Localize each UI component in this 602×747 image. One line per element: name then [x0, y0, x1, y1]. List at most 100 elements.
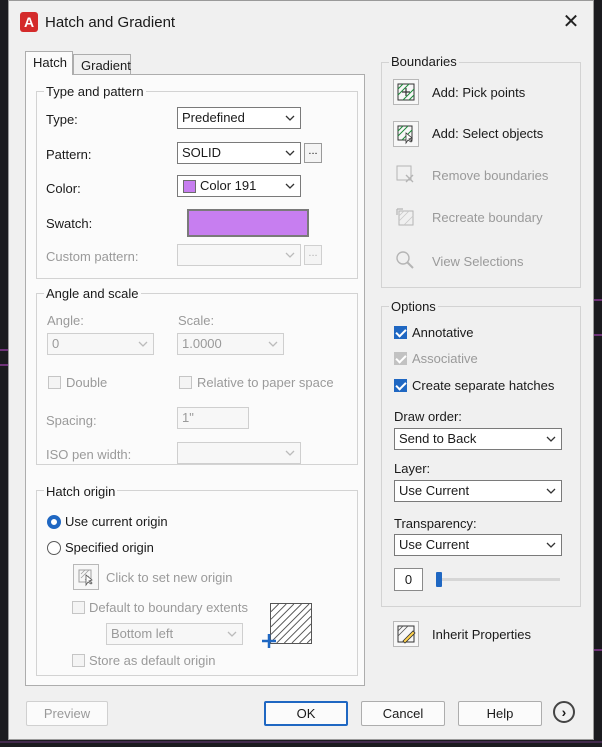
draw-order-select[interactable]: Send to Back [394, 428, 562, 450]
relative-paper-checkbox[interactable] [179, 376, 192, 389]
preview-button[interactable]: Preview [26, 701, 108, 726]
help-button[interactable]: Help [458, 701, 542, 726]
layer-select[interactable]: Use Current [394, 480, 562, 502]
specified-origin-radio[interactable] [47, 541, 61, 555]
click-set-origin-label: Click to set new origin [106, 570, 233, 585]
more-options-icon[interactable]: › [553, 701, 575, 723]
chevron-down-icon [268, 341, 278, 347]
double-label: Double [66, 375, 108, 390]
ok-button[interactable]: OK [264, 701, 348, 726]
recreate-boundary-icon [396, 208, 414, 226]
angle-label: Angle: [47, 313, 84, 328]
remove-boundaries-icon [396, 165, 414, 183]
store-default-checkbox[interactable] [72, 654, 85, 667]
hatch-tab-panel: Type and pattern Type: Predefined Patter… [25, 74, 365, 686]
default-boundary-checkbox[interactable] [72, 601, 85, 614]
transparency-label: Transparency: [394, 516, 477, 531]
pattern-browse-button[interactable]: ... [304, 143, 322, 163]
dialog-title: Hatch and Gradient [45, 14, 176, 31]
type-value: Predefined [182, 110, 245, 125]
pick-points-button[interactable] [393, 79, 419, 105]
angle-scale-title: Angle and scale [44, 286, 141, 301]
recreate-boundary-label[interactable]: Recreate boundary [432, 210, 543, 225]
use-current-origin-radio[interactable] [47, 515, 61, 529]
inherit-properties-label[interactable]: Inherit Properties [432, 627, 531, 642]
separate-hatches-checkbox[interactable] [394, 379, 407, 392]
chevron-down-icon [285, 183, 295, 189]
magnifier-icon [396, 251, 414, 269]
color-label: Color: [46, 181, 81, 196]
pick-points-label[interactable]: Add: Pick points [432, 85, 525, 100]
select-objects-button[interactable] [393, 121, 419, 147]
angle-value: 0 [52, 336, 60, 351]
associative-checkbox[interactable] [394, 352, 407, 365]
chevron-down-icon [285, 252, 295, 258]
hatch-gradient-dialog: A Hatch and Gradient ✕ Hatch Gradient Ty… [8, 0, 594, 740]
chevron-down-icon [546, 436, 556, 442]
chevron-down-icon [285, 150, 295, 156]
draw-order-value: Send to Back [399, 431, 477, 446]
options-group [381, 306, 581, 607]
title-bar: A Hatch and Gradient ✕ [9, 1, 593, 43]
hatch-origin-preview [270, 603, 312, 644]
double-checkbox[interactable] [48, 376, 61, 389]
spacing-input[interactable]: 1" [177, 407, 249, 429]
remove-boundaries-label[interactable]: Remove boundaries [432, 168, 548, 183]
annotative-checkbox[interactable] [394, 326, 407, 339]
draw-order-label: Draw order: [394, 409, 462, 424]
iso-pen-width-label: ISO pen width: [46, 447, 132, 462]
origin-cross-icon [262, 634, 276, 648]
type-label: Type: [46, 112, 78, 127]
remove-boundaries-button[interactable] [393, 162, 419, 188]
pick-points-icon [397, 83, 415, 101]
custom-pattern-browse-button[interactable]: ... [304, 245, 322, 265]
chevron-down-icon [285, 450, 295, 456]
options-title: Options [389, 299, 438, 314]
chevron-down-icon [285, 115, 295, 121]
cancel-button[interactable]: Cancel [361, 701, 445, 726]
default-boundary-label: Default to boundary extents [89, 600, 248, 615]
custom-pattern-label: Custom pattern: [46, 249, 139, 264]
pattern-select[interactable]: SOLID [177, 142, 301, 164]
color-select[interactable]: Color 191 [177, 175, 301, 197]
inherit-properties-icon [397, 625, 416, 644]
close-icon[interactable]: ✕ [557, 9, 585, 35]
select-objects-icon [397, 125, 413, 145]
tab-gradient[interactable]: Gradient [73, 54, 131, 76]
angle-select[interactable]: 0 [47, 333, 154, 355]
swatch-preview[interactable] [187, 209, 309, 237]
color-sample [183, 180, 196, 193]
use-current-origin-label: Use current origin [65, 514, 168, 529]
select-objects-label[interactable]: Add: Select objects [432, 126, 543, 141]
color-value: Color 191 [200, 178, 257, 193]
inherit-properties-button[interactable] [393, 621, 419, 647]
boundary-position-select[interactable]: Bottom left [106, 623, 243, 645]
chevron-down-icon [227, 631, 237, 637]
specified-origin-label: Specified origin [65, 540, 154, 555]
transparency-slider-thumb[interactable] [436, 572, 442, 587]
boundary-position-value: Bottom left [111, 626, 174, 641]
custom-pattern-select[interactable] [177, 244, 301, 266]
annotative-label: Annotative [412, 325, 474, 340]
view-selections-label[interactable]: View Selections [432, 254, 524, 269]
hatch-origin-title: Hatch origin [44, 484, 118, 499]
recreate-boundary-button[interactable] [393, 205, 419, 231]
layer-value: Use Current [399, 483, 470, 498]
scale-value: 1.0000 [182, 336, 222, 351]
view-selections-button[interactable] [393, 248, 419, 274]
transparency-number-input[interactable]: 0 [394, 568, 423, 591]
chevron-down-icon [546, 542, 556, 548]
scale-select[interactable]: 1.0000 [177, 333, 284, 355]
swatch-label: Swatch: [46, 216, 93, 231]
transparency-select[interactable]: Use Current [394, 534, 562, 556]
set-origin-button[interactable] [73, 564, 99, 590]
spacing-label: Spacing: [46, 413, 97, 428]
pattern-value: SOLID [182, 145, 222, 160]
layer-label: Layer: [394, 461, 431, 476]
iso-pen-width-select[interactable] [177, 442, 301, 464]
tab-hatch[interactable]: Hatch [25, 51, 73, 75]
transparency-slider-track[interactable] [436, 578, 560, 581]
store-default-label: Store as default origin [89, 653, 216, 668]
type-select[interactable]: Predefined [177, 107, 301, 129]
chevron-down-icon [138, 341, 148, 347]
